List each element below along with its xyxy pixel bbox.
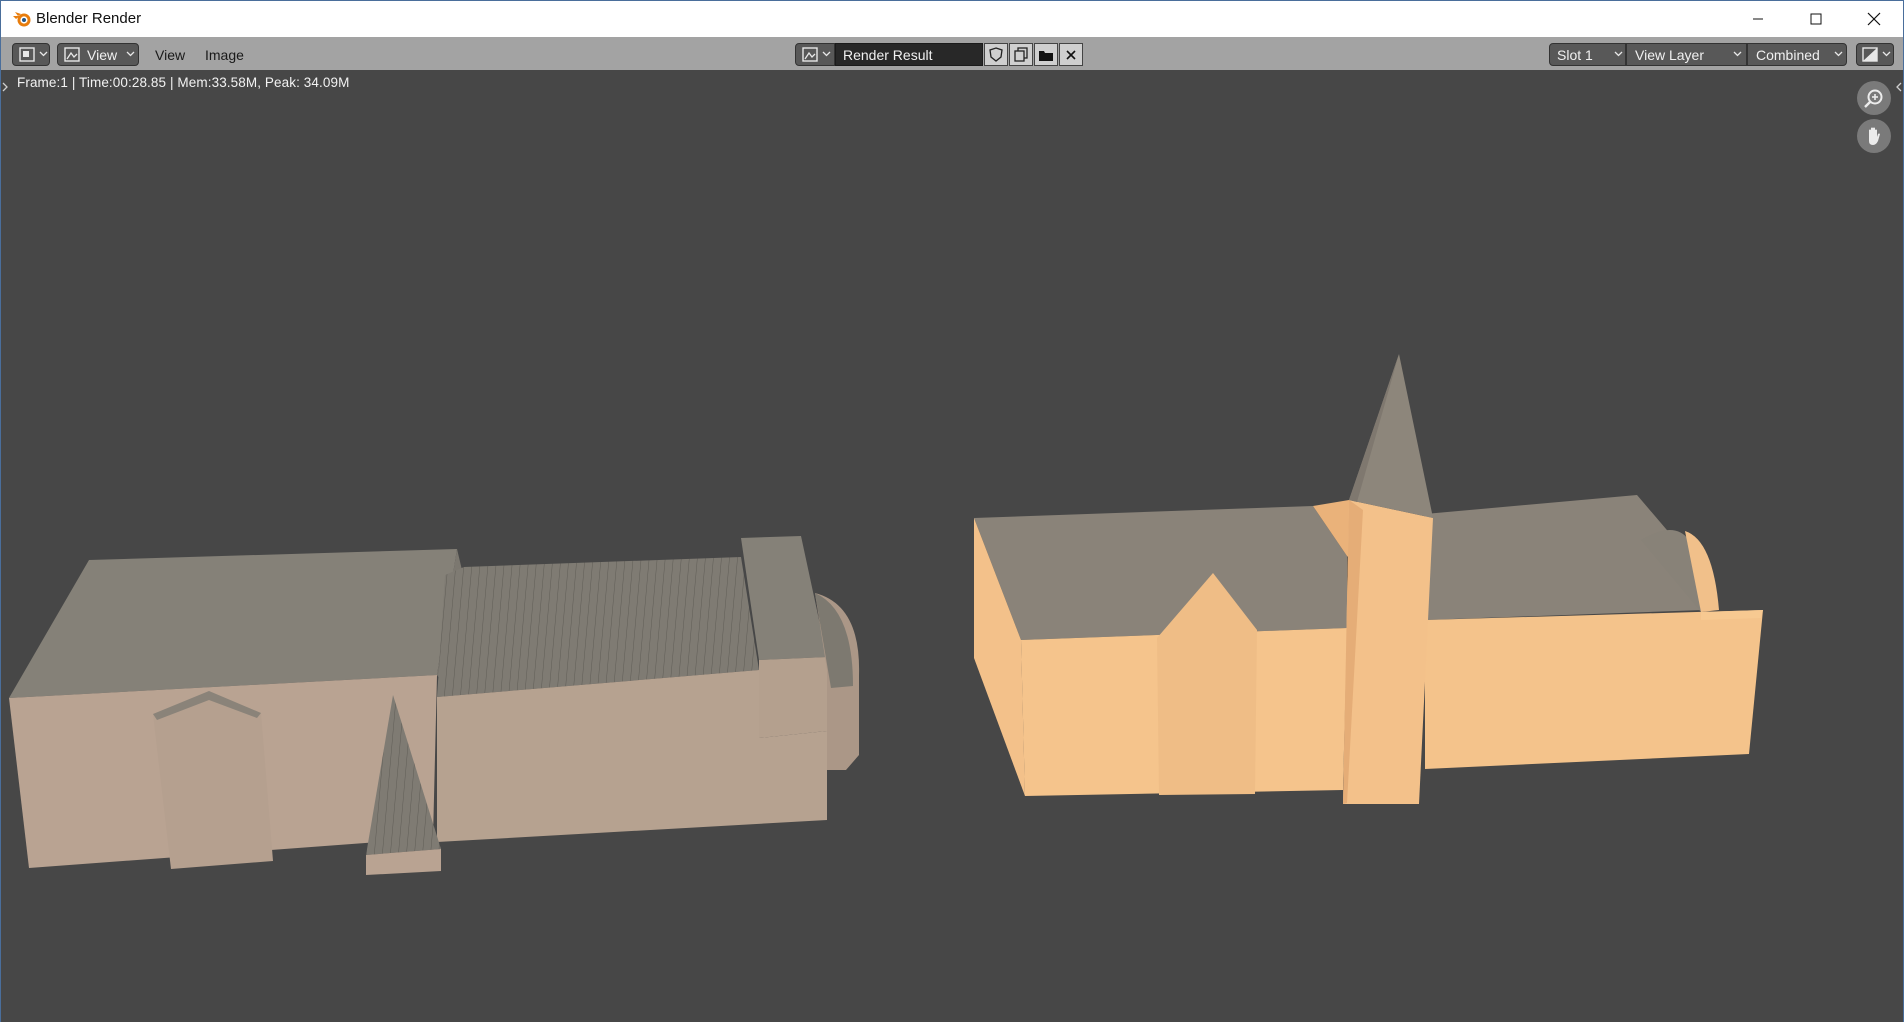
- image-browse-icon: [802, 47, 818, 62]
- blender-window: Blender Render View View Image Slot 1 Vi…: [0, 0, 1904, 1022]
- image-name-field[interactable]: Render Result: [835, 43, 983, 66]
- minimize-icon: [1753, 18, 1763, 20]
- blender-logo-icon: [13, 12, 31, 27]
- menu-image[interactable]: Image: [205, 47, 244, 63]
- editor-type-dropdown[interactable]: [12, 43, 50, 66]
- close-window-button[interactable]: [1845, 1, 1903, 37]
- minimize-button[interactable]: [1729, 1, 1787, 37]
- pan-view-button[interactable]: [1857, 119, 1891, 153]
- zoom-view-button[interactable]: [1857, 81, 1891, 115]
- view-layer-label: View Layer: [1635, 47, 1705, 63]
- right-church-model: [974, 354, 1763, 804]
- view-mode-label: View: [87, 47, 118, 63]
- render-pass-dropdown[interactable]: Combined: [1747, 43, 1847, 66]
- render-viewport[interactable]: [1, 70, 1903, 1022]
- slot-dropdown[interactable]: Slot 1: [1549, 43, 1626, 66]
- open-image-button[interactable]: [1034, 43, 1058, 66]
- maximize-button[interactable]: [1787, 1, 1845, 37]
- image-name-text: Render Result: [843, 47, 933, 63]
- left-church-model: [9, 536, 860, 875]
- chevron-down-icon: [1733, 51, 1742, 57]
- chevron-down-icon: [822, 51, 831, 57]
- view-mode-dropdown[interactable]: View: [57, 43, 139, 66]
- title-bar: Blender Render: [1, 1, 1903, 37]
- right-panel-toggle[interactable]: [1895, 81, 1903, 96]
- folder-icon: [1039, 50, 1053, 61]
- view-layer-dropdown[interactable]: View Layer: [1626, 43, 1747, 66]
- chevron-down-icon: [1882, 51, 1891, 57]
- display-channels-dropdown[interactable]: [1856, 43, 1894, 66]
- chevron-left-icon: [1896, 82, 1902, 92]
- chevron-down-icon: [1614, 51, 1623, 57]
- window-title: Blender Render: [36, 10, 142, 27]
- zoom-icon: [1864, 89, 1883, 108]
- unlink-image-button[interactable]: [1059, 43, 1083, 66]
- render-status-text: Frame:1 | Time:00:28.85 | Mem:33.58M, Pe…: [17, 75, 350, 90]
- slot-label: Slot 1: [1557, 47, 1593, 63]
- fake-user-button[interactable]: [984, 43, 1008, 66]
- new-image-button[interactable]: [1009, 43, 1033, 66]
- hand-icon: [1869, 127, 1880, 145]
- left-panel-toggle[interactable]: [1, 81, 9, 96]
- render-image: [9, 354, 1763, 875]
- browse-image-dropdown[interactable]: [795, 43, 835, 66]
- maximize-icon: [1810, 13, 1822, 25]
- duplicate-icon: [1013, 47, 1028, 62]
- chevron-down-icon: [126, 51, 135, 57]
- close-window-icon: [1867, 12, 1881, 26]
- chevron-down-icon: [39, 51, 48, 57]
- display-channels-icon: [1862, 47, 1878, 62]
- close-icon: [1066, 49, 1076, 60]
- chevron-right-icon: [2, 82, 8, 92]
- render-pass-label: Combined: [1756, 47, 1820, 63]
- image-editor-icon: [19, 47, 35, 62]
- shield-icon: [989, 47, 1003, 62]
- chevron-down-icon: [1834, 51, 1843, 57]
- menu-view[interactable]: View: [155, 47, 185, 63]
- image-view-icon: [64, 47, 80, 62]
